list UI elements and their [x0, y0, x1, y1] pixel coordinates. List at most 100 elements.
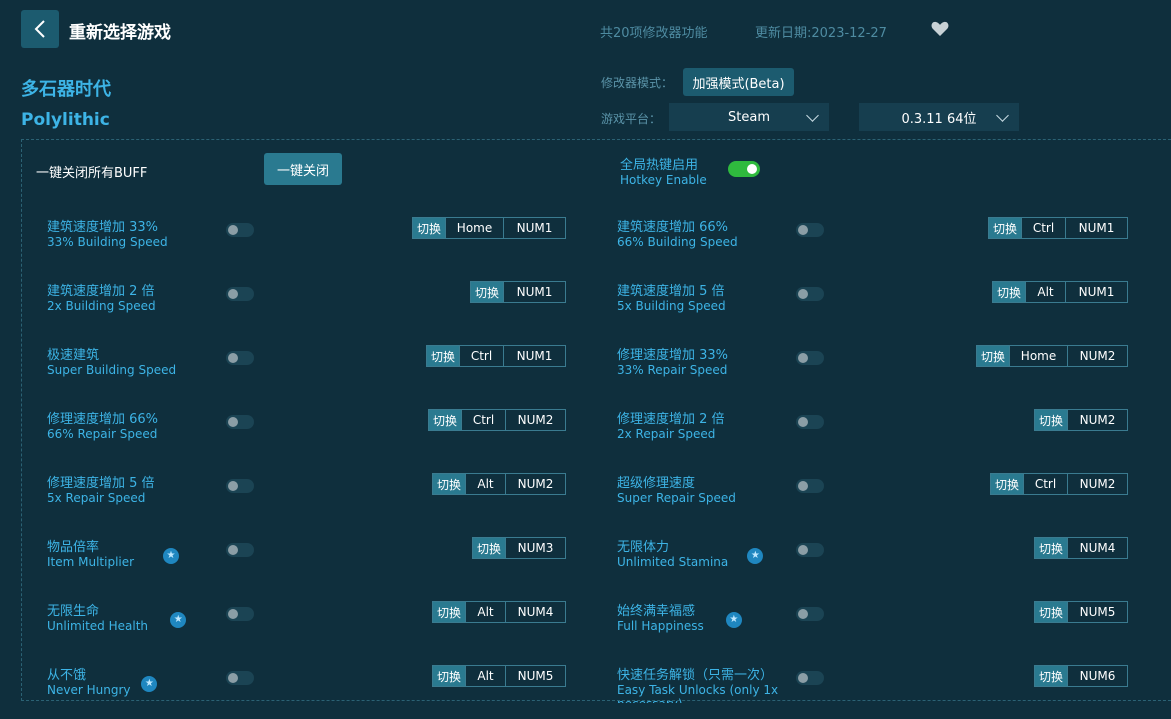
hotkey-key: NUM1 — [503, 282, 565, 302]
switch-label: 切换 — [433, 666, 466, 686]
switch-label: 切换 — [427, 346, 460, 366]
cheat-row: 建筑速度增加 2 倍 2x Building Speed 切换 NUM1 — [47, 280, 607, 320]
cheat-toggle[interactable] — [796, 543, 824, 557]
game-name-en: Polylithic — [21, 110, 110, 130]
game-name-cn: 多石器时代 — [21, 79, 111, 100]
hotkey-key: NUM4 — [505, 602, 565, 622]
hotkey-key: NUM2 — [505, 410, 565, 430]
hotkey-group[interactable]: 切换 Home NUM2 — [976, 345, 1129, 367]
switch-label: 切换 — [989, 218, 1022, 238]
cheat-name-en: Item Multiplier — [47, 555, 135, 569]
hotkey-label-en: Hotkey Enable — [620, 173, 707, 187]
hotkey-key: NUM5 — [1067, 602, 1127, 622]
hotkey-group[interactable]: 切换 NUM6 — [1034, 665, 1129, 687]
hotkey-group[interactable]: 切换 Home NUM1 — [412, 217, 567, 239]
cheat-name-cn: 无限生命 — [47, 604, 100, 619]
hotkey-group[interactable]: 切换 NUM3 — [472, 537, 567, 559]
cheat-toggle[interactable] — [796, 351, 824, 365]
back-button[interactable] — [21, 10, 59, 48]
cheat-toggle[interactable] — [796, 479, 824, 493]
cheat-row: 无限生命 Unlimited Health ★ 切换 Alt NUM4 — [47, 600, 607, 640]
switch-label: 切换 — [473, 538, 506, 558]
heart-icon[interactable] — [931, 21, 949, 37]
cheat-name-en: Super Building Speed — [47, 363, 177, 377]
platform-select[interactable]: Steam — [669, 103, 829, 131]
close-all-label: 一键关闭所有BUFF — [36, 166, 148, 181]
cheat-toggle[interactable] — [226, 479, 254, 493]
cheat-name-cn: 超级修理速度 — [617, 476, 696, 491]
toggle-knob — [228, 481, 238, 491]
toggle-knob — [798, 289, 808, 299]
toggle-knob — [798, 609, 808, 619]
cheat-toggle[interactable] — [226, 543, 254, 557]
hotkey-key: NUM4 — [1067, 538, 1127, 558]
cheat-name-en: Unlimited Stamina — [617, 555, 729, 569]
chevron-down-icon — [996, 109, 1009, 122]
cheat-name-cn: 修理速度增加 5 倍 — [47, 476, 155, 491]
hotkey-group[interactable]: 切换 NUM2 — [1034, 409, 1129, 431]
cheat-name-cn: 建筑速度增加 66% — [617, 220, 729, 235]
cheat-toggle[interactable] — [796, 287, 824, 301]
cheat-name-cn: 建筑速度增加 33% — [47, 220, 159, 235]
star-icon: ★ — [141, 676, 158, 692]
cheat-toggle[interactable] — [226, 671, 254, 685]
cheat-row: 修理速度增加 2 倍 2x Repair Speed 切换 NUM2 — [617, 408, 1171, 448]
hotkey-group[interactable]: 切换 NUM1 — [470, 281, 567, 303]
toggle-knob — [798, 417, 808, 427]
cheat-toggle[interactable] — [226, 351, 254, 365]
hotkey-group[interactable]: 切换 Ctrl NUM1 — [426, 345, 567, 367]
cheat-toggle[interactable] — [796, 415, 824, 429]
cheat-toggle[interactable] — [796, 607, 824, 621]
hotkey-key: Ctrl — [459, 346, 503, 366]
cheat-toggle[interactable] — [796, 223, 824, 237]
cheat-toggle[interactable] — [226, 607, 254, 621]
switch-label: 切换 — [991, 474, 1024, 494]
cheat-name-cn: 修理速度增加 33% — [617, 348, 729, 363]
cheat-row: 极速建筑 Super Building Speed 切换 Ctrl NUM1 — [47, 344, 607, 384]
toggle-knob — [747, 164, 757, 174]
cheat-toggle[interactable] — [796, 671, 824, 685]
switch-label: 切换 — [993, 282, 1026, 302]
hotkey-group[interactable]: 切换 NUM4 — [1034, 537, 1129, 559]
close-all-button[interactable]: 一键关闭 — [264, 153, 342, 185]
cheat-name-en: 2x Building Speed — [47, 299, 156, 313]
cheat-name-cn: 始终满幸福感 — [617, 604, 696, 619]
switch-label: 切换 — [433, 474, 466, 494]
cheat-row: 快速任务解锁（只需一次）Easy Task Unlocks (only 1x n… — [617, 664, 1171, 704]
switch-label: 切换 — [429, 410, 462, 430]
toggle-knob — [228, 609, 238, 619]
cheat-name-cn: 快速任务解锁（只需一次） — [617, 668, 774, 683]
hotkey-group[interactable]: 切换 Alt NUM1 — [992, 281, 1129, 303]
cheat-name-cn: 建筑速度增加 2 倍 — [47, 284, 155, 299]
hotkey-group[interactable]: 切换 NUM5 — [1034, 601, 1129, 623]
cheat-name-en: Unlimited Health — [47, 619, 149, 633]
page-title: 重新选择游戏 — [69, 23, 171, 43]
hotkey-group[interactable]: 切换 Alt NUM4 — [432, 601, 567, 623]
switch-label: 切换 — [1035, 602, 1068, 622]
hotkey-group[interactable]: 切换 Ctrl NUM2 — [428, 409, 567, 431]
cheat-name-en: Super Repair Speed — [617, 491, 736, 505]
hotkey-group[interactable]: 切换 Ctrl NUM1 — [988, 217, 1129, 239]
cheat-name-cn: 极速建筑 — [47, 348, 100, 363]
hotkey-key: Alt — [465, 602, 505, 622]
hotkey-toggle[interactable] — [728, 161, 760, 177]
cheat-name-en: 66% Building Speed — [617, 235, 738, 249]
toggle-knob — [228, 225, 238, 235]
cheat-row: 建筑速度增加 5 倍 5x Building Speed 切换 Alt NUM1 — [617, 280, 1171, 320]
cheat-row: 物品倍率 Item Multiplier ★ 切换 NUM3 — [47, 536, 607, 576]
hotkey-group[interactable]: 切换 Ctrl NUM2 — [990, 473, 1129, 495]
cheat-toggle[interactable] — [226, 415, 254, 429]
hotkey-group[interactable]: 切换 Alt NUM5 — [432, 665, 567, 687]
cheat-row: 修理速度增加 66% 66% Repair Speed 切换 Ctrl NUM2 — [47, 408, 607, 448]
mode-button[interactable]: 加强模式(Beta) — [683, 68, 794, 96]
version-select[interactable]: 0.3.11 64位 — [859, 103, 1019, 131]
toggle-knob — [228, 353, 238, 363]
hotkey-group[interactable]: 切换 Alt NUM2 — [432, 473, 567, 495]
cheat-toggle[interactable] — [226, 223, 254, 237]
cheat-name-cn: 修理速度增加 2 倍 — [617, 412, 725, 427]
cheat-row: 修理速度增加 33% 33% Repair Speed 切换 Home NUM2 — [617, 344, 1171, 384]
cheat-toggle[interactable] — [226, 287, 254, 301]
toggle-knob — [798, 481, 808, 491]
hotkey-label-cn: 全局热键启用 — [620, 158, 699, 173]
hotkey-key: Home — [445, 218, 503, 238]
